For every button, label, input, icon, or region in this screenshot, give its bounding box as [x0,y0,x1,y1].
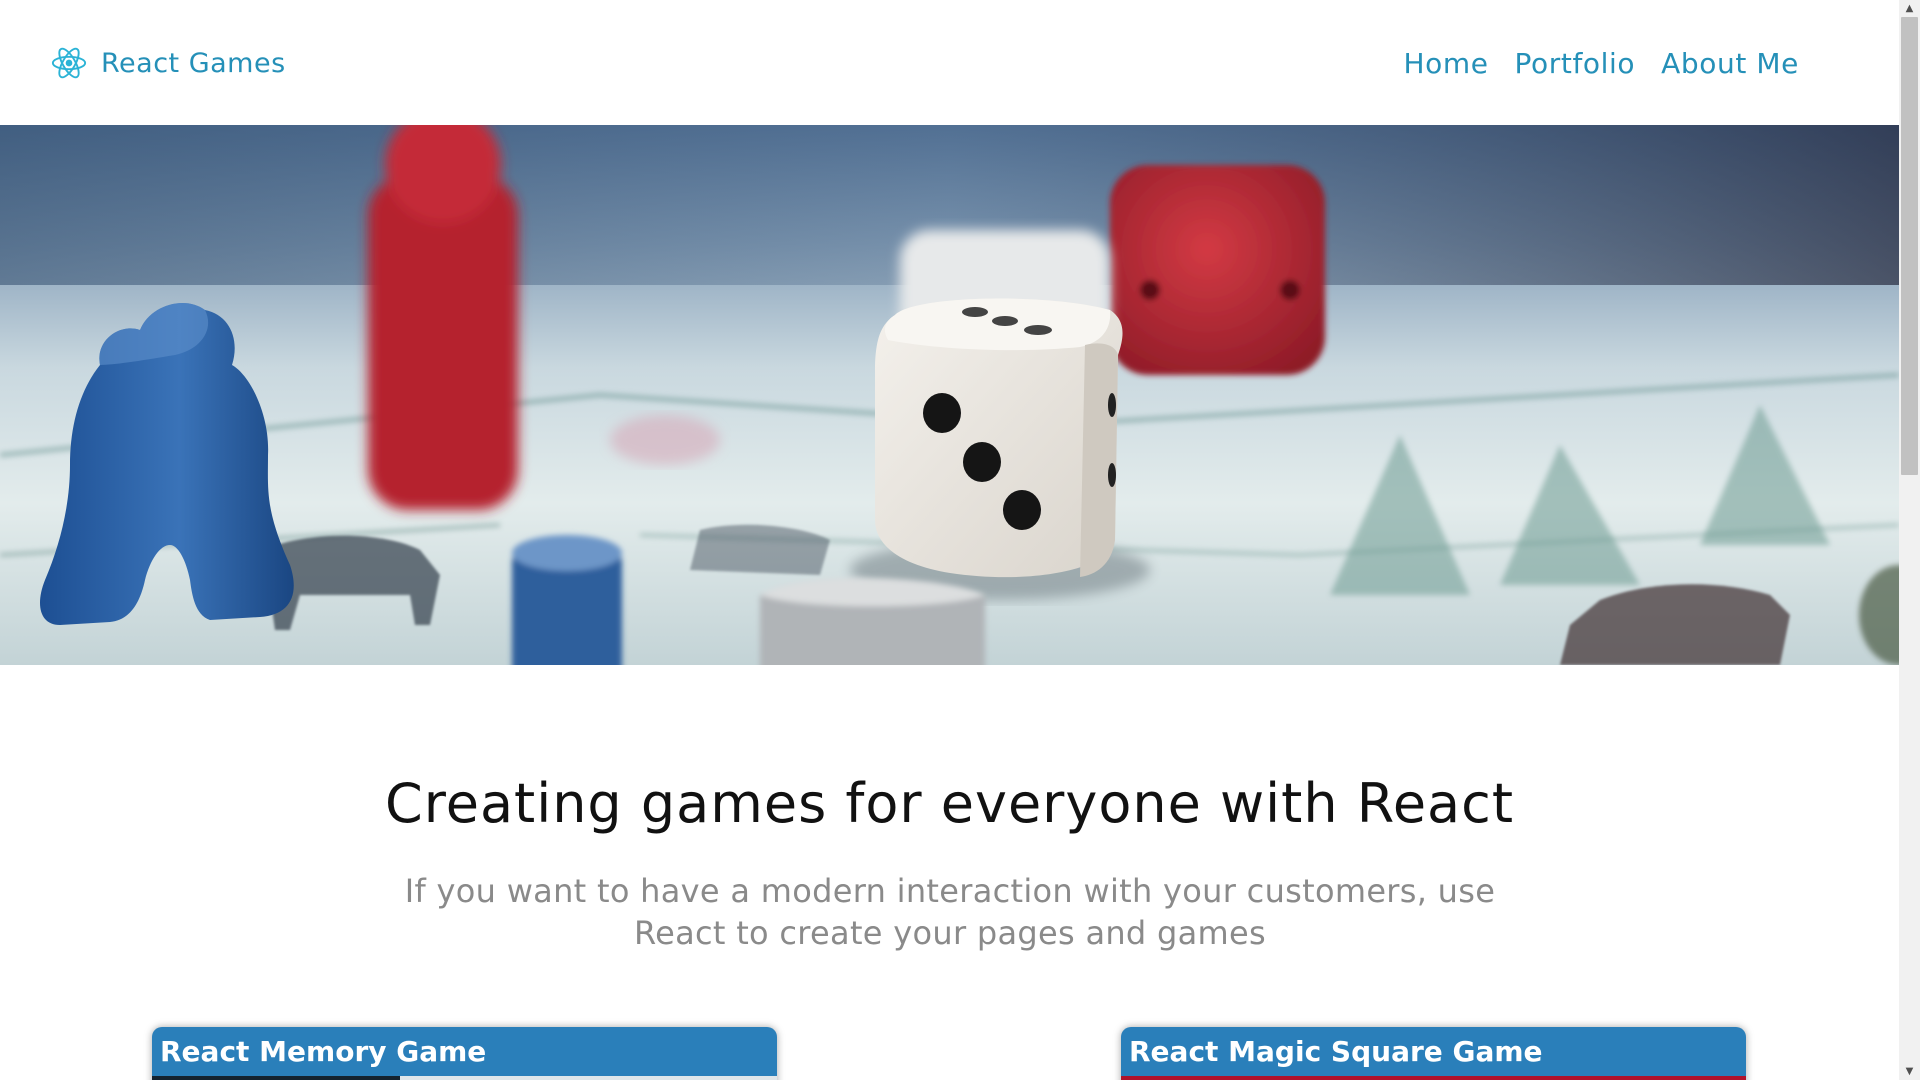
card-title: React Magic Square Game [1129,1035,1543,1068]
nav-about-me-link[interactable]: About Me [1661,47,1799,80]
navbar: React Games Home Portfolio About Me [0,0,1899,125]
nav-home-link[interactable]: Home [1403,47,1488,80]
nav-portfolio-link[interactable]: Portfolio [1515,47,1636,80]
scroll-up-icon[interactable]: ▲ [1899,0,1920,17]
scroll-thumb[interactable] [1901,17,1918,475]
react-atom-icon [51,47,87,79]
scroll-down-icon[interactable]: ▼ [1899,1063,1920,1080]
hero-banner [0,125,1899,665]
memory-game-card[interactable]: React Memory Game [152,1027,777,1080]
board-game-dice-photo [0,125,1899,665]
main-nav: Home Portfolio About Me [1377,43,1799,83]
magic-square-game-card[interactable]: React Magic Square Game [1121,1027,1746,1080]
card-thumbnail [152,1076,777,1080]
card-title: React Memory Game [160,1035,487,1068]
page: React Games Home Portfolio About Me Crea… [0,0,1899,1080]
brand-link[interactable]: React Games [50,43,286,83]
card-thumbnail [1121,1076,1746,1080]
brand-name: React Games [101,47,286,79]
page-subtitle: If you want to have a modern interaction… [404,872,1496,952]
page-title: Creating games for everyone with React [385,772,1514,835]
vertical-scrollbar[interactable]: ▲ ▼ [1899,0,1920,1080]
